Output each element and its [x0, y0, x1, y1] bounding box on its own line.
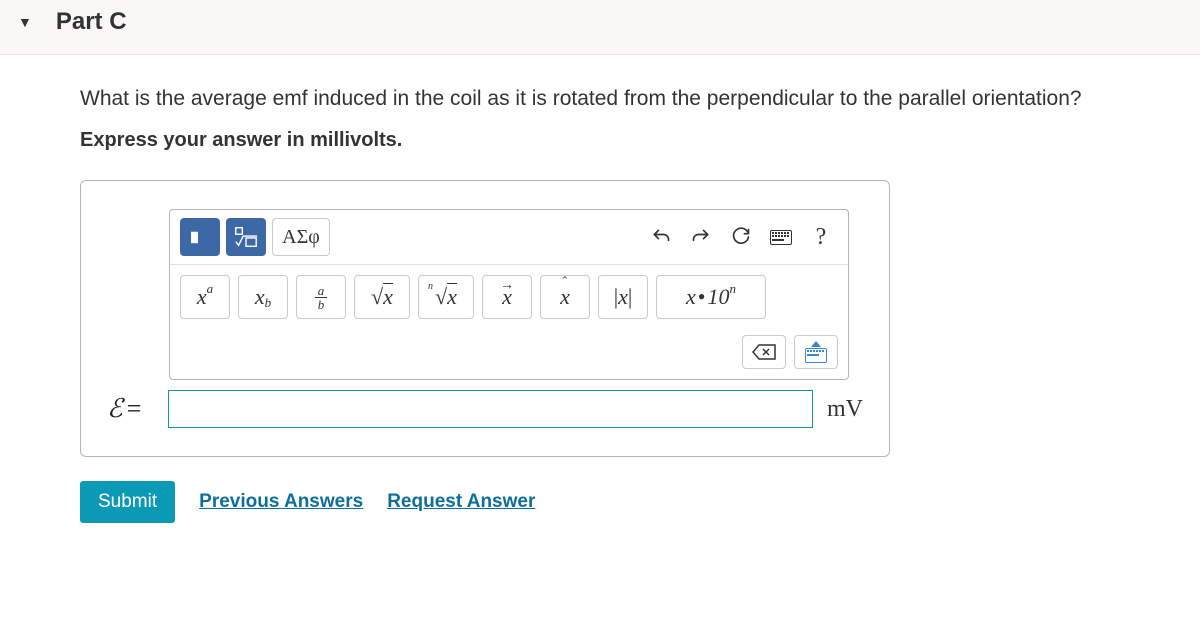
instruction-text: Express your answer in millivolts. — [80, 129, 1160, 152]
redo-icon — [691, 227, 711, 247]
sqrt-box-icon — [233, 225, 259, 249]
undo-icon — [651, 227, 671, 247]
keyboard-icon — [770, 230, 792, 245]
superscript-button[interactable]: xa — [180, 275, 230, 319]
unit-label: mV — [827, 396, 863, 423]
request-answer-link[interactable]: Request Answer — [387, 491, 535, 513]
help-label: ? — [816, 224, 827, 251]
redo-button[interactable] — [684, 221, 718, 253]
template-mode-button[interactable] — [180, 218, 220, 256]
reset-icon — [731, 227, 751, 247]
submit-button[interactable]: Submit — [80, 481, 175, 523]
content-area: What is the average emf induced in the c… — [0, 55, 1200, 533]
subscript-button[interactable]: xb — [238, 275, 288, 319]
help-button[interactable]: ? — [804, 221, 838, 253]
previous-answers-link[interactable]: Previous Answers — [199, 491, 363, 513]
sqrt-button[interactable]: √x — [354, 275, 410, 319]
nth-root-button[interactable]: n √x — [418, 275, 474, 319]
math-mode-button[interactable] — [226, 218, 266, 256]
toolbar-top-row: ΑΣφ — [170, 210, 848, 265]
variable-label: ℰ= — [107, 394, 154, 424]
keyboard-button[interactable] — [764, 221, 798, 253]
hat-button[interactable]: ˆ x — [540, 275, 590, 319]
vector-button[interactable]: → x — [482, 275, 532, 319]
backspace-icon — [751, 343, 777, 361]
keyboard-up-icon — [805, 341, 827, 363]
part-title: Part C — [56, 8, 127, 36]
toolbar-bottom-row — [170, 329, 848, 379]
rect-icon — [189, 226, 211, 248]
keyboard-shortcuts-button[interactable] — [794, 335, 838, 369]
greek-letters-button[interactable]: ΑΣφ — [272, 218, 330, 256]
caret-icon: ˆ — [563, 275, 568, 291]
backspace-button[interactable] — [742, 335, 786, 369]
toolbar-math-row: xa xb a b √x n √x — [170, 265, 848, 329]
equation-toolbar: ΑΣφ — [169, 209, 849, 380]
undo-button[interactable] — [644, 221, 678, 253]
scientific-notation-button[interactable]: x • 10 n — [656, 275, 766, 319]
answer-panel: ΑΣφ — [80, 180, 890, 457]
collapse-caret-icon: ▼ — [18, 14, 32, 30]
answer-input-row: ℰ= mV — [107, 390, 863, 428]
question-text: What is the average emf induced in the c… — [80, 87, 1160, 111]
answer-input[interactable] — [168, 390, 813, 428]
part-header[interactable]: ▼ Part C — [0, 0, 1200, 55]
greek-label: ΑΣφ — [282, 226, 320, 249]
action-row: Submit Previous Answers Request Answer — [80, 481, 1160, 523]
arrow-right-icon: → — [500, 278, 514, 294]
reset-button[interactable] — [724, 221, 758, 253]
absolute-value-button[interactable]: |x| — [598, 275, 648, 319]
fraction-button[interactable]: a b — [296, 275, 346, 319]
